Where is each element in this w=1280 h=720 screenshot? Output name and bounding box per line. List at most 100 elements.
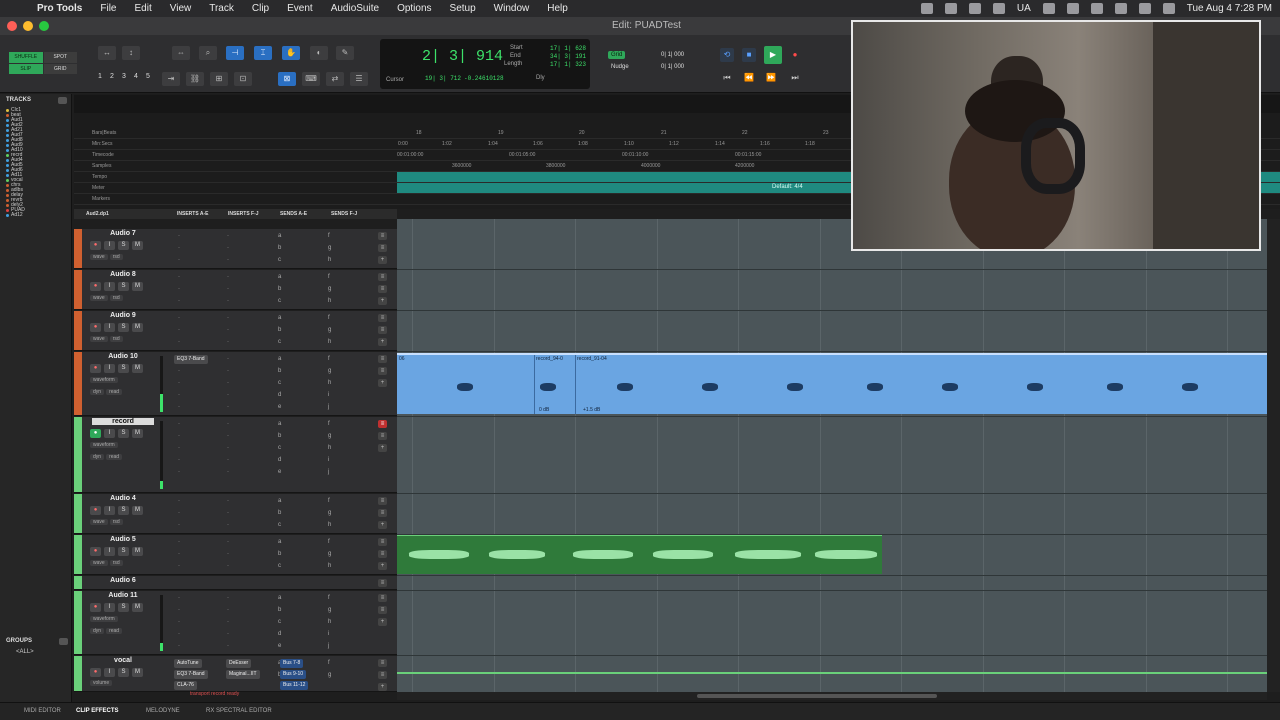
mute-button[interactable]: M xyxy=(132,323,143,332)
mute-button[interactable]: M xyxy=(132,241,143,250)
track-header[interactable]: vocal●ISMvolume··af··bgAutoTuneEQ3 7-Ban… xyxy=(74,656,397,692)
nudge-value[interactable]: 0| 1| 000 xyxy=(658,63,687,71)
group-all[interactable]: <ALL> xyxy=(0,649,34,655)
insert-slot[interactable]: · xyxy=(178,510,180,516)
send-slot[interactable]: c xyxy=(278,563,281,569)
record-enable-button[interactable]: ● xyxy=(90,282,101,291)
solo-button[interactable]: S xyxy=(118,506,129,515)
insert-slot[interactable]: · xyxy=(178,445,180,451)
send-slot[interactable]: f xyxy=(328,498,330,504)
insert-slot[interactable]: · xyxy=(178,498,180,504)
menu-app-name[interactable]: Pro Tools xyxy=(28,3,91,14)
groups-menu-icon[interactable] xyxy=(59,638,68,645)
track-visibility-icon[interactable] xyxy=(6,139,9,142)
send-slot[interactable]: a xyxy=(278,233,281,239)
record-enable-button[interactable]: ● xyxy=(90,506,101,515)
send-slot[interactable]: b xyxy=(278,286,281,292)
track-name[interactable]: Audio 4 xyxy=(92,495,154,502)
send-slot[interactable]: d xyxy=(278,457,281,463)
track-name[interactable]: Audio 9 xyxy=(92,312,154,319)
send-slot[interactable]: b xyxy=(278,607,281,613)
clip-gain-1[interactable]: 0 dB xyxy=(539,407,549,413)
insert-slot[interactable]: · xyxy=(178,457,180,463)
send-slot[interactable]: a xyxy=(278,539,281,545)
input-monitor-button[interactable]: I xyxy=(104,668,115,677)
insert-slot[interactable]: · xyxy=(227,245,229,251)
minimize-window-icon[interactable] xyxy=(23,21,33,31)
mute-button[interactable]: M xyxy=(132,668,143,677)
send-slot[interactable]: f xyxy=(328,539,330,545)
record-enable-button[interactable]: ● xyxy=(90,429,101,438)
zoom-horizontal-icon[interactable]: ↔ xyxy=(98,46,116,60)
insert-slot[interactable]: · xyxy=(227,595,229,601)
track-menu-icon[interactable]: ≡ xyxy=(378,432,387,440)
send-slot[interactable]: g xyxy=(328,607,331,613)
send-slot[interactable]: f xyxy=(328,595,330,601)
send-slot[interactable]: f xyxy=(328,660,330,666)
send-slot[interactable]: h xyxy=(328,563,331,569)
solo-button[interactable]: S xyxy=(118,241,129,250)
insertion-follows-icon[interactable]: ⊞ xyxy=(210,72,228,86)
insert-slot[interactable]: · xyxy=(178,551,180,557)
track-menu-icon[interactable]: ≡ xyxy=(378,509,387,517)
trim-tool-icon[interactable]: ⊣ xyxy=(226,46,244,60)
track-visibility-icon[interactable] xyxy=(6,199,9,202)
zoomer-tool-icon[interactable]: ⌕ xyxy=(199,46,217,60)
clip-name-1[interactable]: record_94-0 xyxy=(536,356,563,362)
time-machine-icon[interactable] xyxy=(1066,3,1079,14)
track-header[interactable]: Audio 7 ● I S Mwave rsd · · a f · · b g · · c h ≡ ≡ + xyxy=(74,229,397,269)
track-list-item[interactable]: Ad12 xyxy=(0,213,71,218)
send-slot[interactable]: a xyxy=(278,595,281,601)
send-slot[interactable]: b xyxy=(278,245,281,251)
return-to-zero-icon[interactable]: ⏮ xyxy=(720,71,734,85)
record-enable-button[interactable]: ● xyxy=(90,323,101,332)
zoom-window-icon[interactable] xyxy=(39,21,49,31)
mute-button[interactable]: M xyxy=(132,282,143,291)
send-slot[interactable]: f xyxy=(328,356,330,362)
close-window-icon[interactable] xyxy=(7,21,17,31)
insert-slot[interactable]: · xyxy=(227,619,229,625)
add-lane-icon[interactable]: + xyxy=(378,297,387,305)
tab-clip-effects[interactable]: CLIP EFFECTS xyxy=(76,708,119,714)
insert-plugin-maginal[interactable]: Maginal...IIT xyxy=(226,670,260,679)
send-slot[interactable]: h xyxy=(328,619,331,625)
selector-tool-icon[interactable]: ⌶ xyxy=(254,46,272,60)
insert-slot[interactable]: · xyxy=(178,315,180,321)
track-visibility-icon[interactable] xyxy=(6,124,9,127)
insert-plugin[interactable]: EQ3 7-Band xyxy=(174,355,208,364)
audio5-clip[interactable] xyxy=(397,535,882,574)
record-enable-button[interactable]: ● xyxy=(90,241,101,250)
automation-mode[interactable]: rsd xyxy=(109,336,123,342)
track-visibility-icon[interactable] xyxy=(6,194,9,197)
zoom-preset-5[interactable]: 5 xyxy=(142,73,154,80)
track-visibility-icon[interactable] xyxy=(6,114,9,117)
insert-slot[interactable]: · xyxy=(178,469,180,475)
solo-button[interactable]: S xyxy=(118,547,129,556)
track-visibility-icon[interactable] xyxy=(6,144,9,147)
send-slot[interactable]: a xyxy=(278,356,281,362)
main-counter[interactable]: 2| 3| 914 Start End Length 17| 1| 628 34… xyxy=(380,39,590,89)
airplay-icon[interactable] xyxy=(992,3,1005,14)
insert-plugin-cla76[interactable]: CLA-76 xyxy=(174,681,197,690)
send-slot[interactable]: d xyxy=(278,631,281,637)
send-slot[interactable]: b xyxy=(278,368,281,374)
horizontal-scrollbar[interactable] xyxy=(397,692,1267,700)
link-timeline-icon[interactable]: ⊠ xyxy=(278,72,296,86)
send-slot[interactable]: h xyxy=(328,522,331,528)
send-slot[interactable]: g xyxy=(328,433,331,439)
track-view-selector[interactable]: wave xyxy=(90,519,108,525)
insert-slot[interactable]: · xyxy=(227,445,229,451)
input-monitor-button[interactable]: I xyxy=(104,506,115,515)
menu-track[interactable]: Track xyxy=(200,3,243,14)
send-slot[interactable]: g xyxy=(328,551,331,557)
mute-button[interactable]: M xyxy=(132,603,143,612)
record-icon[interactable]: ● xyxy=(788,48,802,62)
add-lane-icon[interactable]: + xyxy=(378,683,387,691)
automation-mode[interactable]: read xyxy=(106,389,123,395)
clip-gain-2[interactable]: +1.5 dB xyxy=(583,407,600,413)
send-slot[interactable]: b xyxy=(278,510,281,516)
search-icon[interactable] xyxy=(1138,3,1151,14)
send-bus-9-10[interactable]: Bus 9-10 xyxy=(280,670,307,679)
automation-mode[interactable]: rsd xyxy=(109,560,123,566)
track-name[interactable]: record xyxy=(92,418,154,425)
